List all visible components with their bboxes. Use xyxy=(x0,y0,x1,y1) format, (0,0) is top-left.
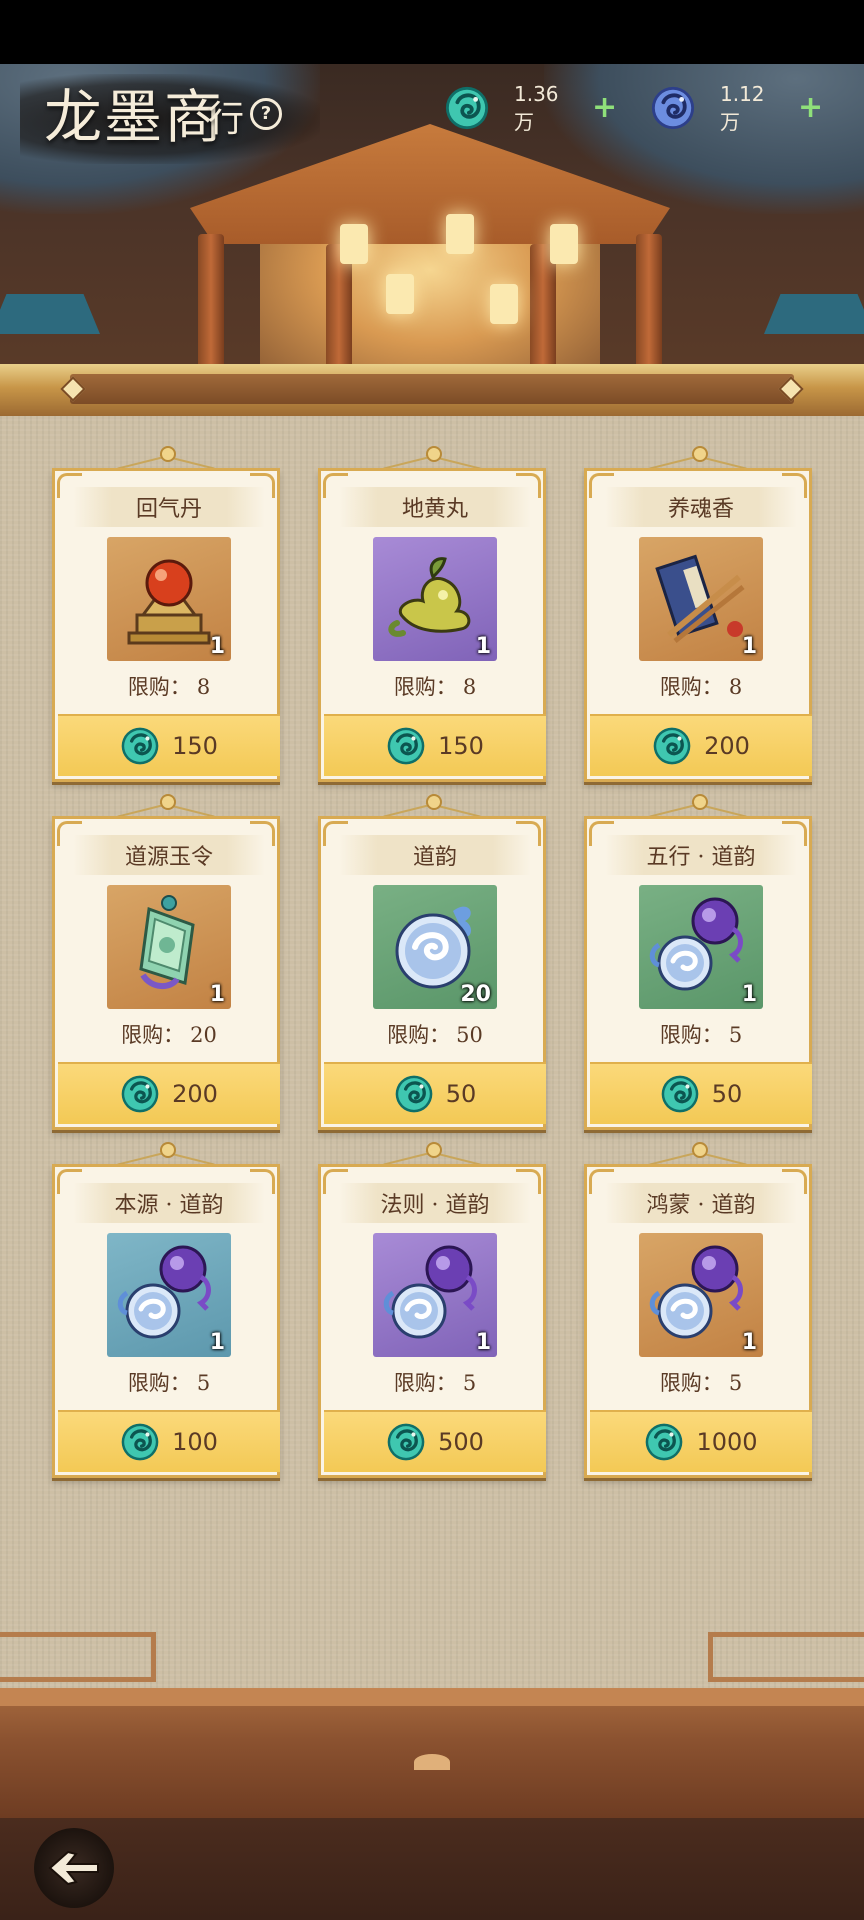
item-price: 1000 xyxy=(696,1428,758,1456)
buy-button[interactable]: 150 xyxy=(324,714,546,776)
back-button[interactable] xyxy=(34,1828,114,1908)
item-quantity: 1 xyxy=(209,634,225,659)
counter-ornament xyxy=(414,1754,450,1770)
item-price: 50 xyxy=(445,1080,477,1108)
currency-blue: 1.12万 + xyxy=(650,82,823,134)
jade-dragon-coin-icon xyxy=(386,1422,426,1462)
buy-button[interactable]: 50 xyxy=(590,1062,812,1124)
purchase-limit: 限购： 5 xyxy=(659,1023,743,1047)
buy-button[interactable]: 200 xyxy=(58,1062,280,1124)
purchase-limit: 限购： 8 xyxy=(393,675,477,699)
item-quantity: 1 xyxy=(741,634,757,659)
shop-item-card[interactable]: 法则 · 道韵 1 限购： 5 500 xyxy=(318,1142,546,1478)
shop-item-card[interactable]: 养魂香 1 限购： 8 200 xyxy=(584,446,812,782)
purchase-limit: 限购： 5 xyxy=(127,1371,211,1395)
shop-item-card[interactable]: 本源 · 道韵 1 限购： 5 100 xyxy=(52,1142,280,1478)
buy-button[interactable]: 200 xyxy=(590,714,812,776)
currency-jade: 1.36万 + xyxy=(444,82,617,134)
shop-banner: 龙墨商 行 ? 1.36万 + 1.12万 + xyxy=(0,64,864,384)
buy-button[interactable]: 500 xyxy=(324,1410,546,1472)
item-slot: 1 xyxy=(107,1233,231,1357)
item-price: 200 xyxy=(172,1080,218,1108)
item-quantity: 1 xyxy=(475,1330,491,1355)
item-name: 道源玉令 xyxy=(124,845,213,870)
shop-grid: 回气丹 1 限购： 8 150 地黄丸 1 限购： 8 150 养魂香 1 限购… xyxy=(0,416,864,1696)
shop-item-card[interactable]: 鸿蒙 · 道韵 1 限购： 5 1000 xyxy=(584,1142,812,1478)
item-slot: 1 xyxy=(107,537,231,661)
purchase-limit: 限购： 5 xyxy=(659,1371,743,1395)
item-slot: 1 xyxy=(373,1233,497,1357)
item-name: 五行 · 道韵 xyxy=(646,845,756,870)
purchase-limit: 限购： 5 xyxy=(393,1371,477,1395)
buy-button[interactable]: 50 xyxy=(324,1062,546,1124)
buy-button[interactable]: 100 xyxy=(58,1410,280,1472)
item-quantity: 1 xyxy=(741,1330,757,1355)
jade-dragon-coin-icon xyxy=(394,1074,434,1114)
buy-button[interactable]: 1000 xyxy=(590,1410,812,1472)
shop-item-card[interactable]: 地黄丸 1 限购： 8 150 xyxy=(318,446,546,782)
item-slot: 20 xyxy=(373,885,497,1009)
jade-dragon-coin-icon xyxy=(652,726,692,766)
purchase-limit: 限购： 8 xyxy=(659,675,743,699)
jade-dragon-coin-icon xyxy=(120,1074,160,1114)
jade-dragon-coin-icon xyxy=(120,726,160,766)
item-price: 200 xyxy=(704,732,750,760)
item-name: 回气丹 xyxy=(135,497,202,522)
item-name: 法则 · 道韵 xyxy=(380,1193,490,1218)
item-price: 100 xyxy=(172,1428,218,1456)
shop-item-card[interactable]: 五行 · 道韵 1 限购： 5 50 xyxy=(584,794,812,1130)
item-name: 本源 · 道韵 xyxy=(114,1193,224,1218)
add-currency-button[interactable]: + xyxy=(592,93,617,123)
blue-dragon-coin-icon xyxy=(650,85,696,131)
page-title: 龙墨商 xyxy=(44,83,225,151)
item-slot: 1 xyxy=(107,885,231,1009)
jade-dragon-coin-icon xyxy=(644,1422,684,1462)
item-price: 150 xyxy=(438,732,484,760)
footer-floor xyxy=(0,1818,864,1920)
status-bar xyxy=(0,0,864,64)
side-roof-right xyxy=(764,294,864,334)
help-icon[interactable]: ? xyxy=(250,98,282,130)
add-currency-button[interactable]: + xyxy=(798,93,823,123)
item-slot: 1 xyxy=(639,885,763,1009)
item-slot: 1 xyxy=(373,537,497,661)
item-quantity: 1 xyxy=(741,982,757,1007)
item-quantity: 1 xyxy=(209,982,225,1007)
item-price: 150 xyxy=(172,732,218,760)
shop-item-card[interactable]: 回气丹 1 限购： 8 150 xyxy=(52,446,280,782)
purchase-limit: 限购： 50 xyxy=(387,1023,483,1047)
item-price: 50 xyxy=(711,1080,743,1108)
jade-dragon-coin-icon xyxy=(120,1422,160,1462)
banner-rail xyxy=(0,364,864,416)
jade-dragon-coin-icon xyxy=(444,85,490,131)
shop-item-card[interactable]: 道源玉令 1 限购： 20 200 xyxy=(52,794,280,1130)
jade-dragon-coin-icon xyxy=(386,726,426,766)
item-quantity: 1 xyxy=(475,634,491,659)
side-roof-left xyxy=(0,294,100,334)
shop-counter xyxy=(0,1632,864,1818)
item-slot: 1 xyxy=(639,1233,763,1357)
item-quantity: 20 xyxy=(460,982,491,1007)
item-price: 500 xyxy=(438,1428,484,1456)
page-title-suffix: 行 xyxy=(208,99,245,140)
purchase-limit: 限购： 8 xyxy=(127,675,211,699)
item-name: 道韵 xyxy=(412,845,457,870)
back-arrow-icon xyxy=(48,1850,99,1886)
item-name: 鸿蒙 · 道韵 xyxy=(646,1193,756,1218)
item-name: 地黄丸 xyxy=(401,497,468,522)
currency-amount: 1.12万 xyxy=(720,81,765,134)
currency-amount: 1.36万 xyxy=(514,81,559,134)
purchase-limit: 限购： 20 xyxy=(121,1023,217,1047)
item-quantity: 1 xyxy=(209,1330,225,1355)
item-slot: 1 xyxy=(639,537,763,661)
jade-dragon-coin-icon xyxy=(660,1074,700,1114)
shop-item-card[interactable]: 道韵 20 限购： 50 50 xyxy=(318,794,546,1130)
item-name: 养魂香 xyxy=(667,497,734,522)
buy-button[interactable]: 150 xyxy=(58,714,280,776)
